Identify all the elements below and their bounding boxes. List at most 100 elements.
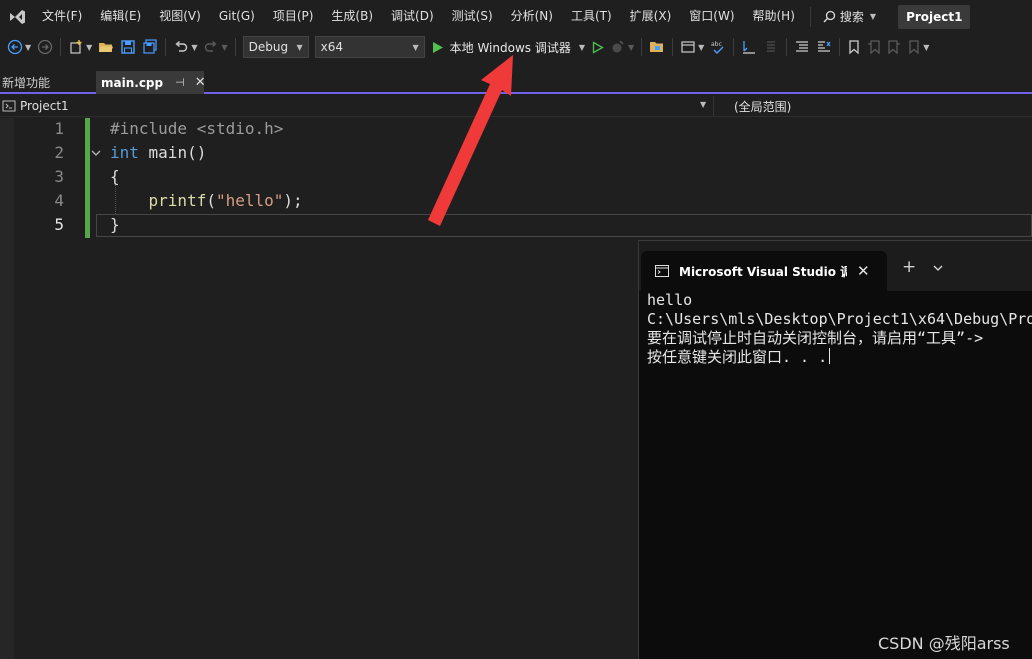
- current-line-highlight: [96, 214, 1032, 237]
- toolbar-separator: [165, 38, 167, 56]
- terminal-icon: [655, 265, 669, 277]
- toolbar-separator: [60, 38, 62, 56]
- menu-tools[interactable]: 工具(T): [562, 0, 621, 33]
- clear-bookmarks-button[interactable]: ▼: [904, 36, 932, 58]
- bookmark-prev-icon: [868, 40, 880, 55]
- platform-select[interactable]: x64 ▼: [314, 36, 425, 58]
- search-button[interactable]: 搜索 ▼: [809, 6, 888, 27]
- redo-button[interactable]: ▼: [200, 36, 230, 58]
- start-debugging-button[interactable]: 本地 Windows 调试器 ▼: [428, 36, 589, 58]
- save-icon: [121, 40, 136, 54]
- search-icon: [823, 10, 836, 23]
- document-tab-strip: 新增功能 main.cpp ⊣ ✕: [0, 71, 1032, 94]
- menu-extensions[interactable]: 扩展(X): [621, 0, 681, 33]
- new-project-button[interactable]: ▼: [65, 36, 95, 58]
- console-tab-title: Microsoft Visual Studio 调试控制台: [679, 264, 847, 279]
- menu-build[interactable]: 生成(B): [322, 0, 382, 33]
- text-cursor: [829, 348, 831, 364]
- format-selection-button[interactable]: [738, 36, 760, 58]
- console-line: C:\Users\mls\Desktop\Project1\x64\Debug\…: [647, 310, 1032, 328]
- scope-label: (全局范围): [734, 99, 792, 114]
- tab-whats-new[interactable]: 新增功能: [0, 71, 95, 94]
- debug-console-window[interactable]: Microsoft Visual Studio 调试控制台 ✕ + hello …: [638, 240, 1032, 659]
- code-line[interactable]: {: [110, 167, 120, 186]
- whitespace-icon: [767, 41, 776, 52]
- save-button[interactable]: [117, 36, 139, 58]
- project-dropdown[interactable]: Project1: [0, 96, 714, 116]
- browse-folder-button[interactable]: [646, 36, 668, 58]
- code-line[interactable]: int main(): [110, 143, 206, 162]
- code-token: main(): [138, 143, 207, 162]
- next-bookmark-button[interactable]: [884, 36, 904, 58]
- navigate-forward-button[interactable]: [34, 36, 56, 58]
- visual-studio-logo-icon[interactable]: [0, 0, 33, 33]
- menu-git[interactable]: Git(G): [210, 0, 264, 33]
- tab-label: 新增功能: [2, 76, 51, 90]
- comment-lines-icon: [796, 41, 809, 52]
- bookmark-next-icon: [888, 40, 901, 55]
- code-line[interactable]: printf("hello");: [110, 191, 303, 210]
- window-layout-button[interactable]: ▼: [677, 36, 707, 58]
- close-icon[interactable]: ✕: [857, 262, 870, 280]
- search-label: 搜索: [839, 10, 864, 24]
- bookmark-clear-icon: [909, 40, 919, 55]
- previous-bookmark-button[interactable]: [864, 36, 884, 58]
- menu-edit[interactable]: 编辑(E): [91, 0, 150, 33]
- line-number: 3: [54, 167, 64, 186]
- navigate-back-button[interactable]: ▼: [4, 36, 34, 58]
- uncomment-lines-button[interactable]: [813, 36, 835, 58]
- console-tab[interactable]: Microsoft Visual Studio 调试控制台 ✕: [641, 251, 887, 291]
- spell-check-icon: abc: [711, 41, 724, 54]
- fold-chevron-icon[interactable]: [91, 146, 101, 160]
- code-token: "hello": [215, 191, 284, 210]
- undo-button[interactable]: ▼: [170, 36, 200, 58]
- navigation-bar: Project1 ▼ (全局范围): [0, 96, 1032, 117]
- start-without-debugging-button[interactable]: [589, 36, 607, 58]
- back-arrow-icon: [7, 39, 23, 55]
- hot-reload-button[interactable]: ▼: [607, 36, 637, 58]
- close-icon[interactable]: ✕: [195, 75, 206, 90]
- save-all-button[interactable]: [139, 36, 161, 58]
- chevron-down-icon[interactable]: ▼: [700, 100, 706, 109]
- chevron-down-icon[interactable]: [933, 261, 943, 275]
- pin-icon[interactable]: ⊣: [175, 76, 185, 89]
- cursor-line-icon: [743, 41, 756, 54]
- code-line[interactable]: }: [110, 215, 120, 234]
- forward-arrow-icon: [38, 39, 53, 55]
- line-number: 4: [54, 191, 64, 210]
- code-token: (: [206, 191, 216, 210]
- redo-icon: [205, 40, 218, 52]
- spell-check-button[interactable]: abc: [707, 36, 729, 58]
- toggle-whitespace-button[interactable]: [760, 36, 782, 58]
- folder-search-icon: [650, 42, 664, 52]
- toolbar-separator: [641, 38, 643, 56]
- console-line: hello: [647, 291, 693, 309]
- menu-help[interactable]: 帮助(H): [744, 0, 804, 33]
- comment-lines-button[interactable]: [791, 36, 813, 58]
- chevron-down-icon: ▼: [578, 42, 585, 52]
- window-layout-icon: [681, 41, 695, 53]
- menu-project[interactable]: 项目(P): [264, 0, 323, 33]
- menu-test[interactable]: 测试(S): [443, 0, 502, 33]
- code-line[interactable]: #include <stdio.h>: [110, 119, 283, 138]
- code-token: #include <stdio.h>: [110, 119, 284, 138]
- standard-toolbar: ▼ ▼ ▼ ▼ Debug ▼ x64 ▼ 本地 Windows 调试器 ▼ ▼…: [0, 33, 1032, 61]
- toggle-bookmark-button[interactable]: [844, 36, 864, 58]
- line-number: 2: [54, 143, 64, 162]
- new-project-icon: [70, 40, 82, 54]
- code-token: );: [283, 191, 303, 210]
- menu-window[interactable]: 窗口(W): [680, 0, 743, 33]
- tab-main-cpp[interactable]: main.cpp ⊣ ✕: [96, 71, 206, 94]
- uncomment-lines-icon: [818, 41, 831, 52]
- open-file-button[interactable]: [95, 36, 117, 58]
- console-output[interactable]: hello C:\Users\mls\Desktop\Project1\x64\…: [647, 291, 1032, 659]
- scope-dropdown[interactable]: (全局范围): [734, 96, 791, 116]
- menu-file[interactable]: 文件(F): [33, 0, 91, 33]
- menu-debug[interactable]: 调试(D): [382, 0, 443, 33]
- menu-view[interactable]: 视图(V): [150, 0, 210, 33]
- new-tab-button[interactable]: +: [902, 257, 916, 277]
- chevron-down-icon: ▼: [869, 12, 877, 21]
- toolbar-separator: [234, 38, 236, 56]
- menu-analyze[interactable]: 分析(N): [502, 0, 562, 33]
- configuration-select[interactable]: Debug ▼: [242, 36, 309, 58]
